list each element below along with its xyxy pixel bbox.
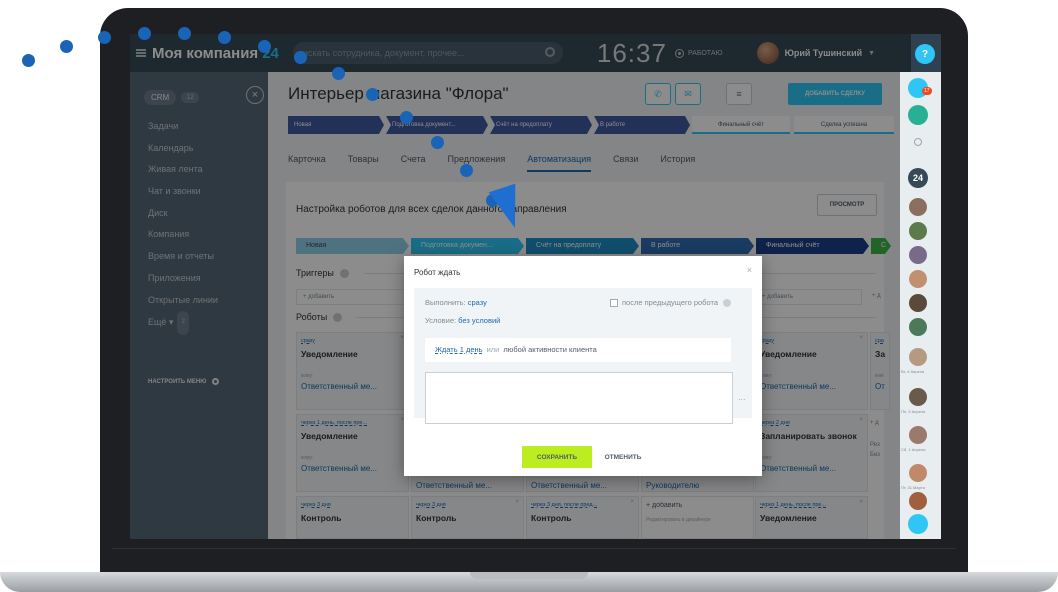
condition-label: Условие: xyxy=(425,316,457,325)
close-icon[interactable]: × xyxy=(747,265,752,275)
timeman-icon[interactable] xyxy=(908,105,928,125)
wait-or: или xyxy=(486,345,500,354)
date-label: Пн, 3 Апреля xyxy=(901,409,926,414)
annotation-dot xyxy=(400,111,413,124)
avatar[interactable] xyxy=(909,318,927,336)
save-button[interactable]: СОХРАНИТЬ xyxy=(522,446,592,468)
lock-icon[interactable] xyxy=(908,514,928,534)
laptop-notch xyxy=(470,572,588,579)
dialog-body: Выполнить: сразу после предыдущего робот… xyxy=(414,288,752,424)
after-previous-checkbox[interactable]: после предыдущего робота xyxy=(610,298,731,307)
right-rail: 17 24 Вт, 4 Апреля Пн, 3 Апреля Сб, 1 Ап… xyxy=(900,72,941,539)
annotation-dot xyxy=(460,164,473,177)
after-previous-label: после предыдущего робота xyxy=(622,298,718,307)
annotation-dot xyxy=(366,88,379,101)
robot-dialog: Робот ждать × Выполнить: сразу после пре… xyxy=(404,256,762,476)
laptop-base xyxy=(0,572,1058,592)
avatar[interactable] xyxy=(909,492,927,510)
execute-value-link[interactable]: сразу xyxy=(468,298,487,307)
avatar[interactable] xyxy=(909,270,927,288)
help-button[interactable]: ? xyxy=(915,44,935,64)
date-label: Вт, 4 Апреля xyxy=(901,369,925,374)
avatar[interactable] xyxy=(909,464,927,482)
annotation-dot xyxy=(294,51,307,64)
wait-row: Ждать 1 день или любой активности клиента xyxy=(425,338,731,362)
right-rail-top: ? xyxy=(911,34,941,72)
cancel-button[interactable]: ОТМЕНИТЬ xyxy=(600,446,646,468)
notification-badge: 17 xyxy=(922,87,932,95)
dialog-title: Робот ждать xyxy=(414,268,461,277)
annotation-dot xyxy=(98,31,111,44)
avatar[interactable] xyxy=(909,294,927,312)
checkbox-icon[interactable] xyxy=(610,298,618,307)
avatar[interactable] xyxy=(909,246,927,264)
annotation-dot xyxy=(178,27,191,40)
condition-row: Условие: без условий xyxy=(425,316,500,325)
avatar[interactable] xyxy=(909,222,927,240)
more-icon[interactable]: ... xyxy=(738,392,746,402)
date-label: Сб, 1 Апреля xyxy=(901,447,926,452)
search-icon[interactable] xyxy=(914,138,922,146)
annotation-dot xyxy=(431,136,444,149)
help-icon xyxy=(723,298,731,307)
annotation-dot xyxy=(218,31,231,44)
screen: Моя компания 24 искать сотрудника, докуме… xyxy=(130,34,941,539)
avatar[interactable] xyxy=(909,426,927,444)
execute-row: Выполнить: сразу xyxy=(425,298,487,307)
avatar[interactable] xyxy=(909,388,927,406)
execute-label: Выполнить: xyxy=(425,298,466,307)
wait-duration-link[interactable]: Ждать 1 день xyxy=(435,345,483,354)
annotation-dot xyxy=(258,40,271,53)
condition-value-link[interactable]: без условий xyxy=(458,316,500,325)
annotation-dot xyxy=(22,54,35,67)
annotation-dot xyxy=(332,67,345,80)
laptop-chin xyxy=(112,548,956,572)
avatar[interactable] xyxy=(909,348,927,366)
annotation-dot xyxy=(138,27,151,40)
description-field[interactable] xyxy=(425,372,733,424)
wait-activity-label: любой активности клиента xyxy=(503,345,597,354)
avatar[interactable] xyxy=(909,198,927,216)
annotation-dot xyxy=(60,40,73,53)
bitrix24-icon[interactable]: 24 xyxy=(908,168,928,188)
date-label: Пт, 31 Марта xyxy=(901,485,925,490)
